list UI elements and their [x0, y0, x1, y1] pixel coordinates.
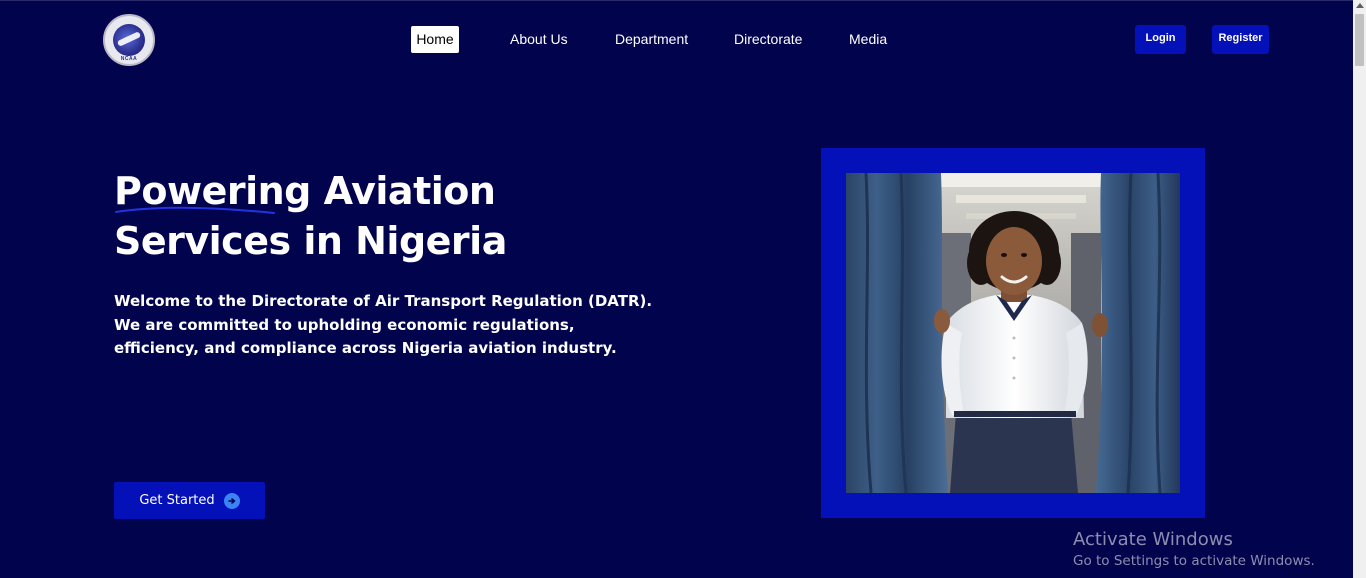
- nav-home[interactable]: Home: [411, 26, 459, 53]
- hero-image-frame: [821, 148, 1205, 518]
- flight-attendant-photo: [846, 173, 1180, 493]
- nav-about-us[interactable]: About Us: [510, 26, 568, 53]
- arrow-right-circle-icon: [223, 492, 240, 509]
- register-button[interactable]: Register: [1212, 25, 1269, 54]
- get-started-label: Get Started: [139, 493, 215, 508]
- activate-windows-title: Activate Windows: [1073, 529, 1233, 550]
- nav-department[interactable]: Department: [615, 26, 688, 53]
- page-scrollbar[interactable]: [1353, 0, 1366, 578]
- ncaa-logo[interactable]: NCAA: [103, 14, 155, 66]
- nav-media[interactable]: Media: [849, 26, 887, 53]
- scroll-up-arrow-icon[interactable]: [1356, 3, 1364, 8]
- nav-directorate[interactable]: Directorate: [734, 26, 802, 53]
- login-button[interactable]: Login: [1135, 25, 1186, 54]
- scrollbar-thumb[interactable]: [1355, 14, 1364, 66]
- hero-title-line-2: Services in Nigeria: [114, 219, 507, 263]
- activate-windows-subtitle: Go to Settings to activate Windows.: [1073, 553, 1315, 569]
- logo-text: NCAA: [120, 56, 138, 62]
- hero-description: Welcome to the Directorate of Air Transp…: [114, 292, 653, 357]
- get-started-button[interactable]: Get Started: [114, 482, 265, 519]
- top-border: [0, 0, 1366, 1]
- title-underline-decoration: [115, 206, 275, 214]
